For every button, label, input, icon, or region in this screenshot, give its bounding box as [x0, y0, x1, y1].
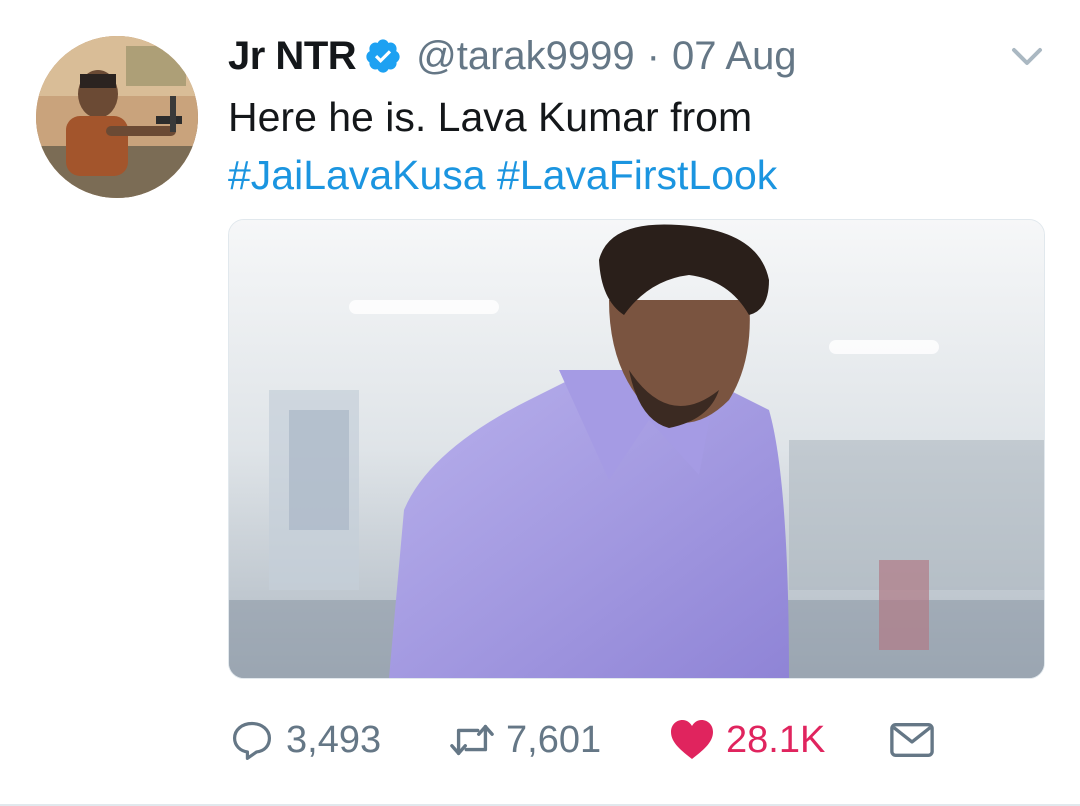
direct-message-button[interactable] [888, 716, 936, 764]
retweet-button[interactable]: 7,601 [448, 716, 668, 764]
like-count: 28.1K [726, 718, 826, 761]
hashtag-line: #JaiLavaKusa #LavaFirstLook [228, 146, 1028, 204]
tweet-header: Jr NTR @tarak9999 · 07 Aug [228, 30, 797, 82]
reply-icon [228, 716, 276, 764]
avatar-image [36, 36, 198, 198]
hashtag-jailavakusa[interactable]: #JaiLavaKusa [228, 152, 486, 198]
tweet-media-image[interactable] [228, 219, 1045, 679]
like-button[interactable]: 28.1K [668, 716, 888, 764]
avatar[interactable] [36, 36, 198, 198]
author-handle[interactable]: @tarak9999 [416, 34, 635, 79]
author-name[interactable]: Jr NTR [228, 34, 357, 79]
reply-button[interactable]: 3,493 [228, 716, 448, 764]
envelope-icon [888, 716, 936, 764]
heart-icon [668, 716, 716, 764]
retweet-icon [448, 716, 496, 764]
verified-badge-icon [364, 37, 402, 75]
tweet-date[interactable]: 07 Aug [672, 34, 797, 79]
retweet-count: 7,601 [506, 718, 602, 761]
hashtag-lavafirstlook[interactable]: #LavaFirstLook [497, 152, 777, 198]
tweet-actions: 3,493 7,601 28.1K [228, 712, 936, 768]
chevron-down-icon[interactable] [1010, 44, 1044, 68]
separator: · [646, 33, 660, 78]
photo [229, 220, 1044, 678]
tweet-text: Here he is. Lava Kumar from #JaiLavaKusa… [228, 88, 1028, 204]
reply-count: 3,493 [286, 718, 382, 761]
tweet-text-line: Here he is. Lava Kumar from [228, 94, 753, 140]
tweet-card[interactable]: Jr NTR @tarak9999 · 07 Aug Here he is. L… [0, 0, 1080, 806]
